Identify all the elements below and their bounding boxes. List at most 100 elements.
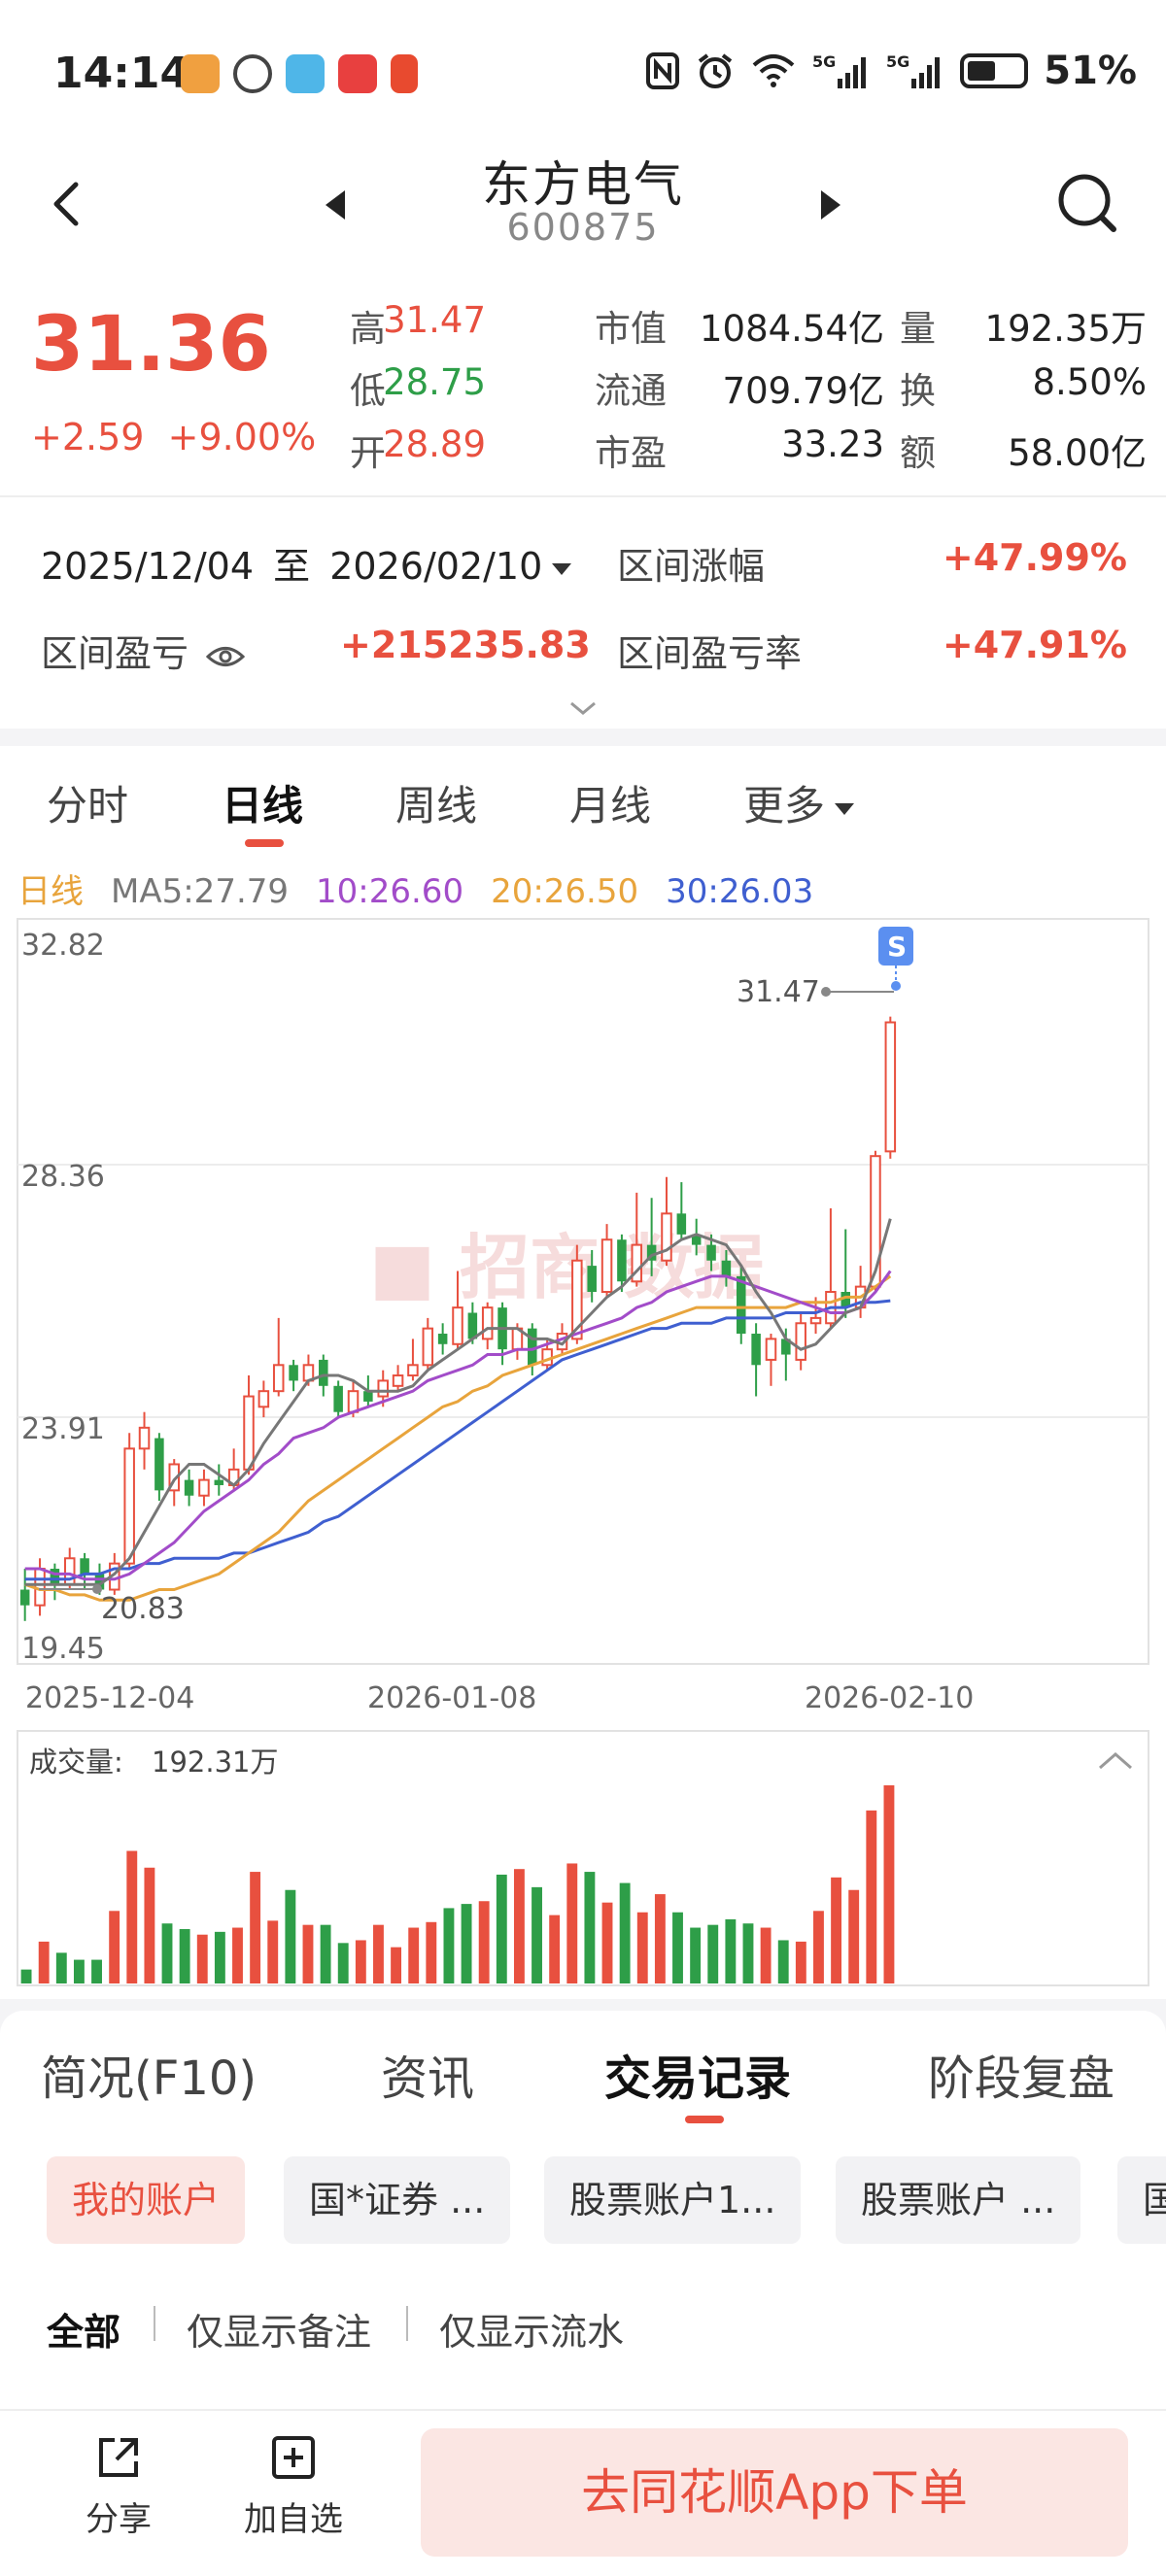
collapse-volume-icon[interactable] — [1099, 1752, 1132, 1770]
candle-body — [407, 1364, 419, 1377]
change-amount: +2.59 — [31, 416, 145, 458]
search-icon[interactable] — [1049, 165, 1127, 243]
candle-body — [481, 1306, 494, 1340]
volume-bar — [426, 1921, 437, 1983]
candle-body — [737, 1275, 746, 1335]
eye-icon[interactable] — [205, 642, 246, 671]
candle-body — [721, 1260, 732, 1276]
y-tick-3: 23.91 — [21, 1412, 105, 1446]
filter-notes-only[interactable]: 仅显示备注 — [187, 2302, 371, 2356]
volume-bar — [391, 1947, 402, 1983]
account-chip-stock-1[interactable]: 股票账户1... — [544, 2156, 802, 2244]
mkt-cap-label: 市值 — [595, 308, 667, 350]
range-pl-rate-label: 区间盈亏率 — [617, 632, 803, 675]
filter-flow-only[interactable]: 仅显示流水 — [439, 2302, 624, 2356]
filter-all[interactable]: 全部 — [47, 2302, 120, 2356]
sell-marker-text: S — [887, 931, 907, 963]
volume-bar — [408, 1927, 420, 1983]
tab-profile[interactable]: 简况(F10) — [41, 2040, 257, 2108]
next-stock-icon[interactable] — [811, 181, 850, 229]
account-chips: 我的账户 国*证券 ... 股票账户1... 股票账户 ... 国 — [0, 2137, 1166, 2263]
candle-body — [706, 1244, 716, 1261]
volume-bar — [38, 1941, 50, 1983]
candle-body — [587, 1266, 597, 1293]
place-order-button[interactable]: 去同花顺App下单 — [421, 2428, 1128, 2557]
volume-bar — [777, 1940, 789, 1983]
account-chip-mine[interactable]: 我的账户 — [47, 2156, 246, 2244]
high-marker-dot — [821, 987, 831, 997]
volume-bar — [725, 1918, 737, 1983]
chart-period-tabs: 分时 日线 周线 月线 更多 — [0, 746, 1166, 853]
volume-bar — [584, 1872, 596, 1983]
tab-daily[interactable]: 日线 — [222, 773, 303, 832]
candle-body — [884, 1021, 897, 1153]
tab-trade-records[interactable]: 交易记录 — [604, 2040, 791, 2108]
account-chip-broker[interactable]: 国*证券 ... — [284, 2156, 511, 2244]
volume-bar — [566, 1863, 578, 1983]
range-start: 2025/12/04 — [41, 545, 255, 588]
volume-bar — [866, 1810, 877, 1983]
volume-bar — [355, 1940, 366, 1983]
app-icon-book — [286, 54, 325, 93]
volume-bar — [55, 1952, 67, 1983]
tab-weekly[interactable]: 周线 — [395, 773, 477, 832]
range-sep: 至 — [273, 545, 311, 588]
price-change: +2.59 +9.00% — [31, 416, 316, 458]
volume-bar — [795, 1941, 806, 1983]
change-percent: +9.00% — [167, 416, 317, 458]
account-chip-stock-2[interactable]: 股票账户 ... — [836, 2156, 1081, 2244]
range-pl-label: 区间盈亏 — [41, 632, 189, 675]
share-icon — [99, 2438, 138, 2477]
open-value: 28.89 — [383, 424, 486, 465]
candle-body — [272, 1364, 285, 1393]
expand-chevron-icon[interactable] — [564, 697, 602, 721]
tab-more-label: 更多 — [743, 782, 826, 830]
filter-divider-2 — [406, 2306, 408, 2341]
range-panel: 2025/12/04 至 2026/02/10 区间涨幅 +47.99% 区间盈… — [0, 495, 1166, 729]
volume-bar — [601, 1902, 613, 1983]
tab-intraday[interactable]: 分时 — [47, 773, 128, 832]
volume-bar — [214, 1931, 225, 1983]
stock-code: 600875 — [506, 206, 660, 249]
account-chip-more[interactable]: 国 — [1117, 2156, 1166, 2244]
kline-chart[interactable]: ■ 招商 数据 32.82 28.36 23.91 19.45 31.47 20… — [0, 853, 1166, 1989]
volume-value: 192.35万 — [984, 308, 1147, 350]
candle-body — [138, 1426, 151, 1450]
date-range-selector[interactable]: 2025/12/04 至 2026/02/10 — [41, 536, 572, 590]
candle-body — [123, 1447, 135, 1565]
tab-monthly[interactable]: 月线 — [569, 773, 651, 832]
volume-value: 192.31万 — [152, 1746, 278, 1779]
volume-bar — [636, 1912, 648, 1983]
tab-news[interactable]: 资讯 — [381, 2040, 474, 2108]
current-price: 31.36 — [31, 301, 271, 389]
low-value: 28.75 — [383, 361, 486, 403]
status-right: 5G 5G 51% — [645, 49, 1137, 93]
more-caret-icon — [835, 802, 855, 815]
bottom-action-bar: 分享 加自选 去同花顺App下单 — [0, 2409, 1166, 2576]
quote-row-1: 高 31.47 市值 1084.54亿 量 192.35万 — [350, 299, 1147, 357]
share-label: 分享 — [86, 2500, 152, 2539]
x-date-3: 2026-02-10 — [805, 1681, 974, 1715]
volume-bar — [672, 1912, 683, 1983]
volume-bar — [654, 1894, 666, 1983]
tab-stage-review[interactable]: 阶段复盘 — [928, 2040, 1115, 2108]
share-button[interactable]: 分享 — [60, 2430, 177, 2540]
candle-body — [377, 1379, 389, 1398]
add-watchlist-button[interactable]: 加自选 — [235, 2430, 352, 2540]
watermark-text: ■ 招商 数据 — [369, 1227, 764, 1308]
float-cap-label: 流通 — [595, 370, 667, 412]
tab-more[interactable]: 更多 — [743, 773, 855, 832]
candle-body — [452, 1306, 463, 1345]
volume-bar — [144, 1867, 155, 1983]
volume-bar — [179, 1928, 190, 1983]
signal-icon-1: 5G — [812, 52, 867, 88]
signal-icon-2: 5G — [886, 52, 941, 88]
filter-divider-1 — [154, 2306, 155, 2341]
info-tabs: 简况(F10) 资讯 交易记录 阶段复盘 — [0, 2011, 1166, 2137]
candle-body — [617, 1239, 627, 1282]
candle-body — [333, 1385, 343, 1412]
candle-body — [363, 1391, 373, 1402]
x-date-2: 2026-01-08 — [367, 1681, 536, 1715]
volume-bar — [373, 1924, 384, 1983]
volume-bar — [513, 1869, 525, 1983]
